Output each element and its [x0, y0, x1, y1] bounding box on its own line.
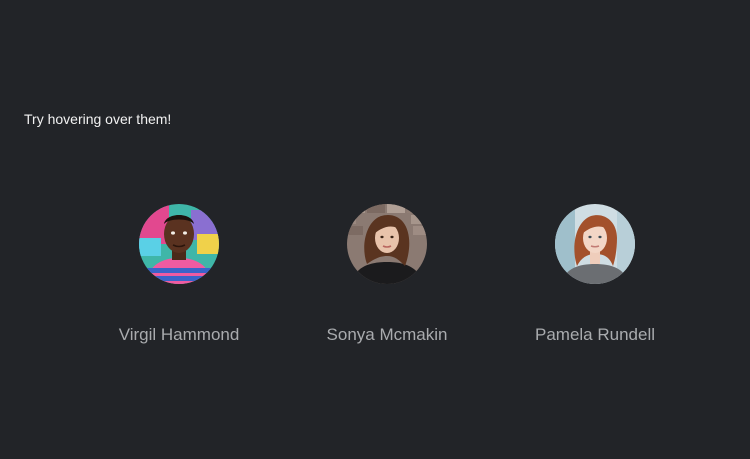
- avatar-image: [347, 204, 427, 284]
- person-name: Virgil Hammond: [118, 325, 240, 344]
- people-list: Virgil Hammond Sonya Mcmakin Pamela Rund…: [0, 0, 750, 459]
- person-card-virgil-hammond[interactable]: Virgil Hammond: [99, 204, 259, 346]
- avatar[interactable]: [555, 204, 635, 284]
- person-name: Pamela Rundell: [534, 325, 655, 344]
- person-card-sonya-mcmakin[interactable]: Sonya Mcmakin: [307, 204, 467, 346]
- avatar-image: [139, 204, 219, 284]
- avatar[interactable]: [139, 204, 219, 284]
- avatar-image: [555, 204, 635, 284]
- avatar[interactable]: [347, 204, 427, 284]
- person-card-pamela-rundell[interactable]: Pamela Rundell: [515, 204, 675, 346]
- person-name: Sonya Mcmakin: [326, 325, 448, 344]
